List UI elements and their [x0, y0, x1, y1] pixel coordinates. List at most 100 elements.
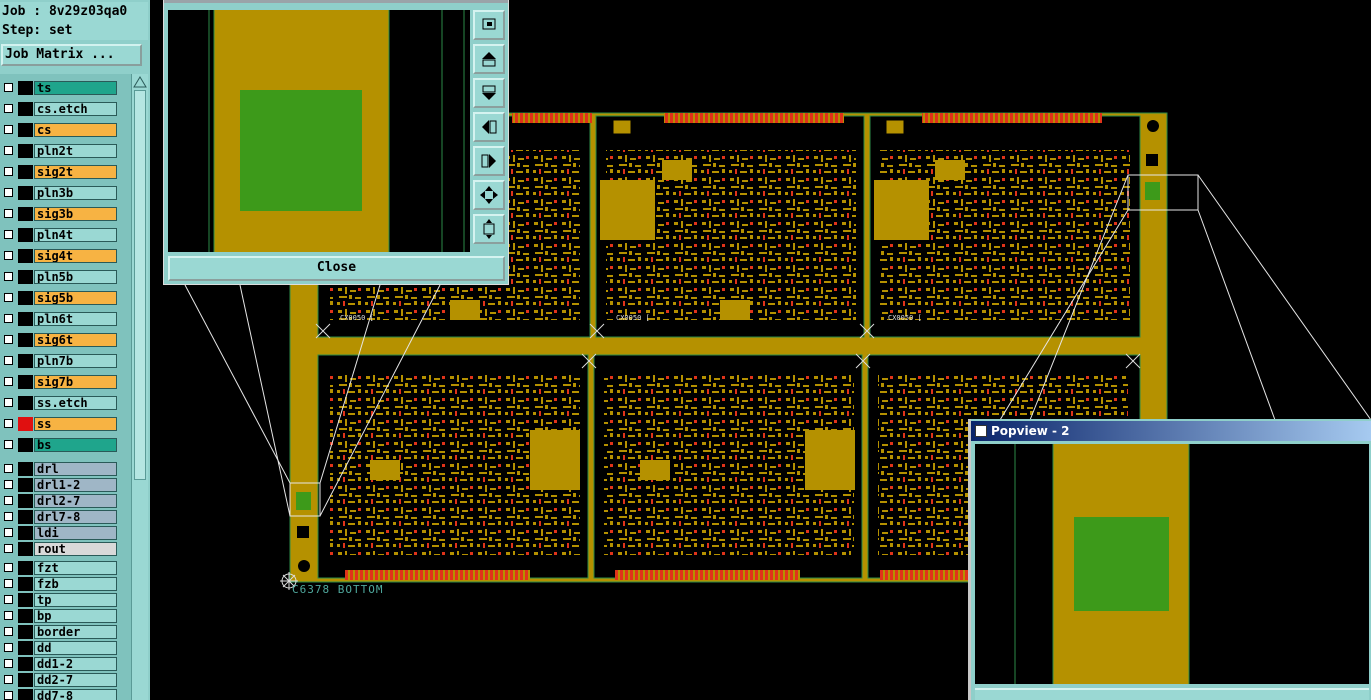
layer-row-bp[interactable]: bp [0, 608, 131, 624]
layer-checkbox[interactable] [4, 528, 13, 537]
pan-right-button[interactable] [473, 146, 505, 176]
layer-color-swatch[interactable] [18, 354, 33, 368]
close-button[interactable]: Close [168, 256, 505, 281]
layer-row-drl1-2[interactable]: drl1-2 [0, 477, 131, 493]
layer-name[interactable]: cs [34, 123, 117, 137]
layer-row-ts[interactable]: ts [0, 80, 131, 96]
layer-color-swatch[interactable] [18, 641, 33, 655]
layer-color-swatch[interactable] [18, 657, 33, 671]
layer-checkbox[interactable] [4, 611, 13, 620]
layer-checkbox[interactable] [4, 188, 13, 197]
layer-color-swatch[interactable] [18, 396, 33, 410]
layer-color-swatch[interactable] [18, 123, 33, 137]
layer-color-swatch[interactable] [18, 609, 33, 623]
layer-color-swatch[interactable] [18, 577, 33, 591]
layer-name[interactable]: drl [34, 462, 117, 476]
popview-window-1[interactable]: Close [163, 0, 509, 285]
job-matrix-button[interactable]: Job Matrix ... [1, 44, 142, 66]
layer-checkbox[interactable] [4, 544, 13, 553]
zoom-home-button[interactable] [473, 214, 505, 244]
layer-checkbox[interactable] [4, 627, 13, 636]
layer-row-sig3b[interactable]: sig3b [0, 206, 131, 222]
layer-color-swatch[interactable] [18, 494, 33, 508]
layer-row-cs.etch[interactable]: cs.etch [0, 101, 131, 117]
layer-color-swatch[interactable] [18, 102, 33, 116]
layer-color-swatch[interactable] [18, 81, 33, 95]
layer-name[interactable]: sig4t [34, 249, 117, 263]
layer-row-pln6t[interactable]: pln6t [0, 311, 131, 327]
layer-name[interactable]: dd7-8 [34, 689, 117, 700]
layer-list-scrollbar[interactable] [131, 74, 148, 700]
layer-row-sig4t[interactable]: sig4t [0, 248, 131, 264]
layer-color-swatch[interactable] [18, 270, 33, 284]
layer-color-swatch[interactable] [18, 593, 33, 607]
layer-color-swatch[interactable] [18, 333, 33, 347]
layer-name[interactable]: sig5b [34, 291, 117, 305]
layer-name[interactable]: fzt [34, 561, 117, 575]
layer-color-swatch[interactable] [18, 462, 33, 476]
layer-color-swatch[interactable] [18, 526, 33, 540]
layer-checkbox[interactable] [4, 125, 13, 134]
layer-checkbox[interactable] [4, 167, 13, 176]
layer-color-swatch[interactable] [18, 186, 33, 200]
scroll-thumb[interactable] [134, 90, 146, 480]
layer-checkbox[interactable] [4, 579, 13, 588]
layer-row-sig6t[interactable]: sig6t [0, 332, 131, 348]
layer-color-swatch[interactable] [18, 165, 33, 179]
layer-name[interactable]: ts [34, 81, 117, 95]
layer-row-fzb[interactable]: fzb [0, 576, 131, 592]
layer-color-swatch[interactable] [18, 510, 33, 524]
layer-name[interactable]: fzb [34, 577, 117, 591]
layer-name[interactable]: sig2t [34, 165, 117, 179]
layer-checkbox[interactable] [4, 83, 13, 92]
layer-checkbox[interactable] [4, 209, 13, 218]
layer-color-swatch[interactable] [18, 673, 33, 687]
layer-checkbox[interactable] [4, 496, 13, 505]
popview-2-close-button[interactable] [975, 688, 1369, 700]
layer-color-swatch[interactable] [18, 228, 33, 242]
popview-window-2[interactable]: Popview - 2 [968, 419, 1371, 700]
layer-color-swatch[interactable] [18, 291, 33, 305]
layer-row-drl2-7[interactable]: drl2-7 [0, 493, 131, 509]
layer-checkbox[interactable] [4, 377, 13, 386]
layer-row-sig2t[interactable]: sig2t [0, 164, 131, 180]
layer-checkbox[interactable] [4, 251, 13, 260]
scroll-up-icon[interactable] [133, 76, 147, 88]
layer-name[interactable]: sig6t [34, 333, 117, 347]
layer-checkbox[interactable] [4, 104, 13, 113]
layer-color-swatch[interactable] [18, 689, 33, 700]
layer-row-border[interactable]: border [0, 624, 131, 640]
layer-color-swatch[interactable] [18, 478, 33, 492]
layer-row-dd2-7[interactable]: dd2-7 [0, 672, 131, 688]
zoom-fit-button[interactable] [473, 180, 505, 210]
layer-checkbox[interactable] [4, 659, 13, 668]
layer-row-dd7-8[interactable]: dd7-8 [0, 688, 131, 700]
layer-row-pln5b[interactable]: pln5b [0, 269, 131, 285]
layer-row-pln2t[interactable]: pln2t [0, 143, 131, 159]
layer-row-dd[interactable]: dd [0, 640, 131, 656]
layer-name[interactable]: ldi [34, 526, 117, 540]
layer-row-ss[interactable]: ss [0, 416, 131, 432]
layer-name[interactable]: pln2t [34, 144, 117, 158]
layer-color-swatch[interactable] [18, 207, 33, 221]
layer-row-sig5b[interactable]: sig5b [0, 290, 131, 306]
layer-color-swatch[interactable] [18, 542, 33, 556]
layer-name[interactable]: pln6t [34, 312, 117, 326]
layer-color-swatch[interactable] [18, 312, 33, 326]
layer-row-drl7-8[interactable]: drl7-8 [0, 509, 131, 525]
layer-checkbox[interactable] [4, 643, 13, 652]
layer-name[interactable]: rout [34, 542, 117, 556]
layer-row-ss.etch[interactable]: ss.etch [0, 395, 131, 411]
layer-name[interactable]: pln4t [34, 228, 117, 242]
layer-checkbox[interactable] [4, 464, 13, 473]
layer-name[interactable]: dd [34, 641, 117, 655]
popview-1-titlebar[interactable] [164, 0, 508, 3]
layer-row-pln3b[interactable]: pln3b [0, 185, 131, 201]
layer-name[interactable]: ss [34, 417, 117, 431]
layer-checkbox[interactable] [4, 440, 13, 449]
layer-checkbox[interactable] [4, 595, 13, 604]
layer-name[interactable]: drl2-7 [34, 494, 117, 508]
layer-checkbox[interactable] [4, 272, 13, 281]
layer-checkbox[interactable] [4, 419, 13, 428]
layer-name[interactable]: sig3b [34, 207, 117, 221]
